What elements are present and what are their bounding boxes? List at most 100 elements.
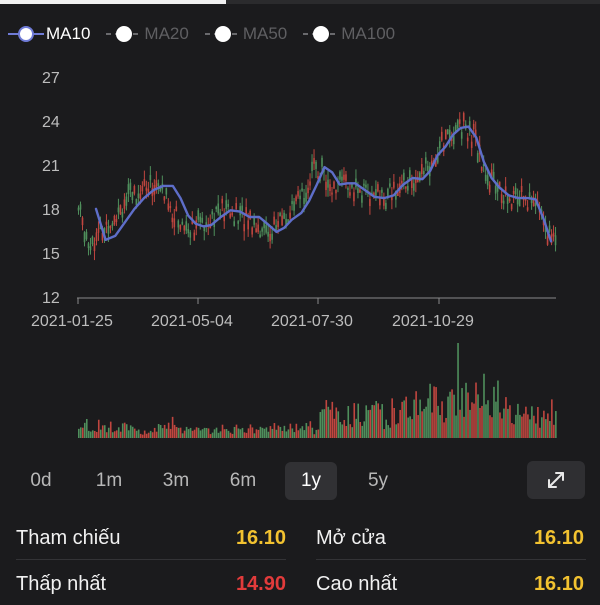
volume-bar: [347, 406, 350, 438]
candle-body: [137, 193, 140, 199]
volume-bar: [509, 405, 511, 438]
volume-bar: [523, 413, 525, 438]
candle-body: [389, 183, 391, 187]
volume-bar: [205, 428, 208, 438]
volume-bar: [279, 426, 282, 438]
volume-bar: [87, 430, 90, 438]
candle-body: [87, 243, 90, 249]
volume-bar: [391, 398, 393, 438]
range-5y-button[interactable]: 5y: [348, 462, 408, 500]
mo-cua-label: Mở cửa: [316, 527, 386, 549]
volume-bar: [81, 427, 84, 438]
candle-body: [458, 119, 461, 124]
range-6m-button[interactable]: 6m: [213, 462, 273, 500]
candle-body: [405, 186, 407, 189]
candle-body: [315, 161, 317, 169]
volume-bar: [371, 404, 374, 438]
volume-bar: [243, 432, 246, 438]
candle-body: [173, 218, 176, 228]
expand-icon: [548, 472, 564, 488]
candle-body: [369, 198, 371, 207]
candle-body: [91, 236, 94, 245]
candle-body: [528, 192, 531, 197]
volume-bar: [349, 424, 352, 438]
volume-bar: [517, 403, 519, 438]
candle-body: [335, 189, 337, 194]
volume-bar: [93, 430, 96, 438]
candle-body: [546, 236, 549, 245]
candle-body: [121, 211, 124, 218]
volume-bar: [185, 426, 188, 438]
volume-bar: [317, 429, 320, 438]
candle-body: [365, 184, 367, 188]
candle-body: [506, 196, 509, 204]
candle-body: [343, 174, 345, 180]
candle-body: [165, 188, 168, 195]
range-3m-button[interactable]: 3m: [146, 462, 206, 500]
candle-body: [233, 221, 235, 226]
volume-bar: [431, 412, 433, 438]
candle-body: [510, 203, 513, 210]
candle-body: [231, 212, 233, 216]
volume-bar: [161, 428, 164, 438]
range-1m-button[interactable]: 1m: [79, 462, 139, 500]
candle-body: [321, 157, 323, 167]
y-tick-label: 18: [42, 202, 60, 219]
y-tick-label: 27: [42, 70, 60, 87]
volume-bar: [261, 427, 264, 438]
volume-bar: [419, 399, 421, 438]
candle-body: [462, 113, 465, 122]
volume-bar: [453, 394, 455, 438]
volume-bar: [497, 380, 499, 438]
volume-bar: [221, 424, 224, 438]
candle-body: [259, 234, 261, 238]
candle-body: [119, 205, 122, 215]
volume-bar: [131, 426, 134, 438]
volume-bar: [445, 417, 447, 438]
legend-ma50[interactable]: MA50: [203, 22, 287, 46]
volume-bar: [287, 429, 290, 438]
volume-bar: [519, 414, 521, 438]
candle-body: [81, 217, 84, 226]
volume-bar: [441, 401, 443, 438]
volume-bar: [277, 425, 280, 438]
candle-body: [341, 176, 343, 181]
fullscreen-button[interactable]: [527, 461, 585, 499]
range-0d-button[interactable]: 0d: [12, 462, 70, 500]
legend-label-ma50: MA50: [242, 24, 288, 43]
volume-bar: [97, 419, 100, 438]
ma50-toggle-icon: [203, 22, 243, 46]
volume-bar: [511, 423, 513, 438]
volume-bar: [389, 427, 391, 438]
volume-bar: [397, 423, 399, 438]
legend-ma20[interactable]: MA20: [104, 22, 189, 46]
candle-body: [201, 217, 204, 223]
price-chart[interactable]: 27 24 21 18 15 12 2021-01-25 2021-05-04 …: [0, 60, 600, 445]
volume-bar: [499, 412, 501, 438]
volume-bar: [555, 411, 557, 438]
volume-bar: [129, 425, 132, 438]
volume-bar: [213, 429, 216, 438]
volume-bar: [145, 433, 148, 438]
volume-bar: [487, 400, 489, 438]
legend-ma100[interactable]: MA100: [301, 22, 395, 46]
candle-body: [221, 198, 224, 204]
volume-bar: [103, 425, 106, 438]
volume-bar: [235, 424, 238, 438]
volume-bar: [399, 409, 401, 438]
candle-body: [141, 186, 144, 192]
range-1y-button[interactable]: 1y: [285, 462, 337, 500]
volume-bar: [481, 405, 483, 438]
volume-bar: [173, 424, 176, 438]
candle-body: [123, 199, 126, 209]
volume-bar: [337, 411, 340, 438]
volume-bar: [85, 418, 88, 438]
volume-bar: [335, 407, 338, 438]
candle-body: [333, 181, 335, 189]
legend-ma10[interactable]: MA10: [6, 22, 90, 46]
volume-bar: [297, 430, 300, 438]
y-tick-label: 21: [42, 158, 60, 175]
volume-bar: [307, 426, 310, 438]
legend-label-ma20: MA20: [144, 24, 189, 43]
candle-body: [189, 232, 192, 238]
